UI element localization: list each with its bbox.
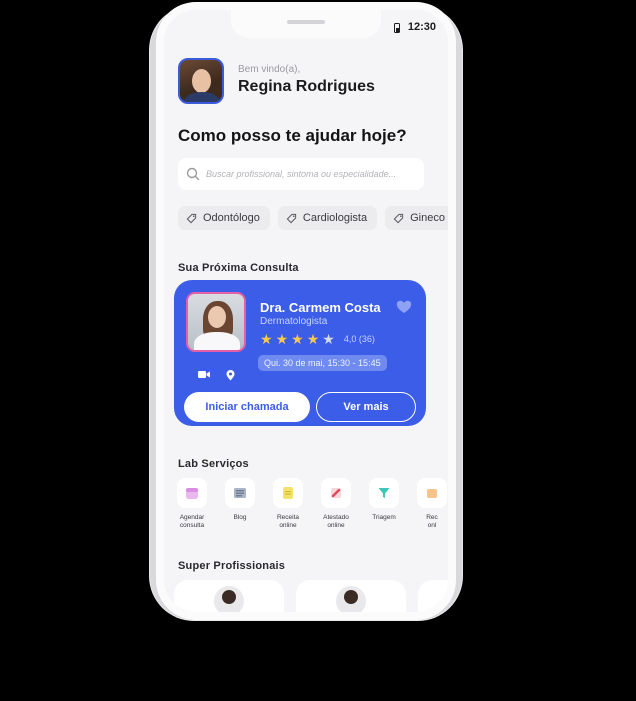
battery-icon <box>394 23 400 33</box>
certificate-icon <box>331 488 341 498</box>
service-label: Receita online <box>276 514 300 529</box>
phone-frame: 12:30 Bem vindo(a), Regina Rodrigues Com… <box>156 2 456 620</box>
service-label: Rec onl <box>426 514 438 529</box>
service-prescription[interactable]: Receita online <box>270 478 306 530</box>
start-call-button[interactable]: Iniciar chamada <box>184 392 310 422</box>
box-icon <box>427 489 437 498</box>
status-bar: 12:30 <box>164 10 448 44</box>
star-icon: ★ <box>322 331 335 347</box>
greeting-text: Bem vindo(a), <box>238 64 301 75</box>
specialty-chips: Odontólogo Cardiologista Gineco <box>178 206 448 230</box>
chip-label: Cardiologista <box>302 212 368 224</box>
speaker-icon <box>287 20 325 24</box>
funnel-icon <box>378 488 390 498</box>
page-headline: Como posso te ajudar hoje? <box>178 126 407 145</box>
pro-card[interactable] <box>418 580 448 612</box>
service-label: Agendar consulta <box>179 514 205 529</box>
super-pros-list <box>174 580 448 612</box>
user-name: Regina Rodrigues <box>238 78 375 95</box>
location-pin-icon <box>226 370 235 381</box>
chip-label: Odontólogo <box>203 212 260 224</box>
rating-text: 4,0 (36) <box>343 334 375 344</box>
service-label: Triagem <box>372 514 396 521</box>
notch <box>231 10 381 38</box>
appointment-slot: Qui. 30 de mai, 15:30 - 15:45 <box>258 355 387 371</box>
tag-icon <box>286 213 297 223</box>
doctor-photo <box>186 292 246 352</box>
see-more-button[interactable]: Ver mais <box>316 392 416 422</box>
status-time: 12:30 <box>407 21 436 33</box>
service-triage[interactable]: Triagem <box>366 478 402 530</box>
star-icon: ★ <box>306 331 320 347</box>
pro-photo <box>336 586 366 612</box>
chip-cardiologista[interactable]: Cardiologista <box>277 206 378 230</box>
service-blog[interactable]: Blog <box>222 478 258 530</box>
rating-stars: ★ ★ ★ ★ ★ 4,0 (36) <box>260 332 375 346</box>
service-label: Atestado online <box>323 514 349 529</box>
tag-icon <box>186 213 197 223</box>
star-icon: ★ <box>291 331 304 347</box>
appointment-modes <box>198 370 235 381</box>
user-avatar[interactable] <box>178 58 224 104</box>
search-bar[interactable] <box>178 158 424 190</box>
star-icon: ★ <box>260 331 273 347</box>
pro-photo <box>214 586 244 612</box>
service-label: Blog <box>233 514 247 521</box>
heart-icon[interactable] <box>396 300 412 314</box>
chip-label: Gineco <box>410 212 445 224</box>
prescription-icon <box>283 487 293 499</box>
tag-icon <box>393 213 404 223</box>
newspaper-icon <box>234 488 246 498</box>
chip-ginecologista[interactable]: Gineco <box>385 206 448 230</box>
video-camera-icon <box>198 371 210 378</box>
pro-card[interactable] <box>296 580 406 612</box>
next-appointment-title: Sua Próxima Consulta <box>178 262 299 274</box>
star-icon: ★ <box>275 331 289 347</box>
search-icon <box>186 167 200 181</box>
super-pros-title: Super Profissionais <box>178 560 286 572</box>
calendar-icon <box>186 488 198 499</box>
lab-services-title: Lab Serviços <box>178 458 249 470</box>
appointment-card[interactable]: Dra. Carmem Costa Dermatologista ★ ★ ★ ★… <box>174 280 426 426</box>
lab-services-list: Agendar consulta Blog Receita online Ate… <box>174 478 448 530</box>
service-certificate[interactable]: Atestado online <box>318 478 354 530</box>
chip-odontologo[interactable]: Odontólogo <box>178 206 270 230</box>
search-input[interactable] <box>206 169 416 179</box>
service-schedule[interactable]: Agendar consulta <box>174 478 210 530</box>
doctor-name: Dra. Carmem Costa <box>260 300 381 315</box>
pro-card[interactable] <box>174 580 284 612</box>
service-more[interactable]: Rec onl <box>414 478 448 530</box>
doctor-specialty: Dermatologista <box>260 316 328 327</box>
app-screen: 12:30 Bem vindo(a), Regina Rodrigues Com… <box>164 10 448 612</box>
